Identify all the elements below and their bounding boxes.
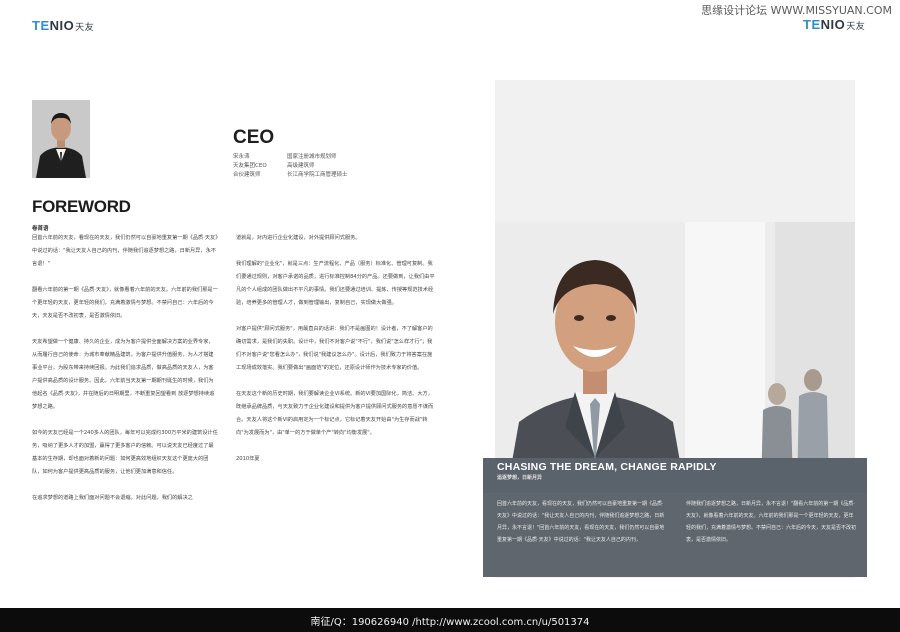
ceo-heading: CEO <box>233 127 275 148</box>
logo-accent: TE <box>32 18 50 33</box>
logo-cn: 天友 <box>846 21 866 31</box>
foreword-heading: FOREWORD <box>32 197 131 216</box>
paragraph: 在天友这个新的历史时期，我们要解读企业VI系统。新的VI要加国际化，简洁、大方，… <box>236 391 434 436</box>
feature-column-1: 回首六年前的天友，看现在的天友，我们仍然可以自豪地重复第一期《品质·天友》中说过… <box>497 501 665 543</box>
ceo-credential: 国家注册城市规划师 <box>287 154 337 160</box>
footer-credit: 南征/Q：190626940 /http://www.zcool.com.cn/… <box>310 617 590 628</box>
tenio-logo-left: TENIO天友 <box>32 18 94 33</box>
paragraph: 翻看六年前的第一期《品质·天友》，就像看着六年前的天友。六年前的我们那是一个更年… <box>32 287 218 319</box>
feature-title: CHASING THE DREAM, CHANGE RAPIDLY <box>497 461 717 473</box>
paragraph: 对客户提供"顾问式服务"，用最直白的话讲：我们不是画图的！设计者，不了解客户的确… <box>236 326 433 371</box>
logo-accent: TE <box>803 17 821 32</box>
ceo-name: 宋永涛 <box>233 154 250 160</box>
logo-rest: NIO <box>49 18 75 33</box>
watermark-text: 思缘设计论坛 WWW.MISSYUAN.COM <box>701 4 892 17</box>
ceo-credential: 高级建筑师 <box>287 163 315 169</box>
logo-cn: 天友 <box>75 22 95 32</box>
feature-column-2: 伴随我们追逐梦想之路，日新月异，永不言退！"翻看六年前的第一期《品质·天友》，就… <box>686 501 857 543</box>
feature-subtitle: 追逐梦想，日新月异 <box>497 475 543 481</box>
foreword-column-1: 回首六年前的天友，看现在的天友，我们仍然可以自豪地重复第一期《品质·天友》中说过… <box>32 232 218 518</box>
paragraph: 天友希望做一个健康、持久的企业，成为为客户提供全面解决方案的业界专家，从而履行自… <box>32 339 215 410</box>
foreword-subtitle: 卷首语 <box>32 226 49 232</box>
paragraph: 如今的天友已经是一个240多人的团队，每年可以完成约300万平米的建筑设计任务，… <box>32 430 218 475</box>
logo-rest: NIO <box>820 17 846 32</box>
ceo-position: 天友集团CEO <box>233 163 267 169</box>
paragraph: 我们理解的"企业化"，就是三点：生产流程化、产品（服务）标准化、管理可复制。我们… <box>236 261 435 306</box>
signature-date: 2010年夏 <box>236 456 260 462</box>
ceo-portrait <box>32 100 90 178</box>
ceo-credential: 长江商学院工商管理硕士 <box>287 172 348 178</box>
tenio-logo-right: TENIO天友 <box>803 17 865 32</box>
ceo-info-left: 宋永涛 天友集团CEO 合伙建筑师 <box>233 153 267 180</box>
paragraph: 在追求梦想的道路上我们面对问题不会退缩。对此问题，我们的解决之 <box>32 495 193 501</box>
ceo-info-right: 国家注册城市规划师 高级建筑师 长江商学院工商管理硕士 <box>287 153 348 180</box>
businessman-photo <box>495 222 855 490</box>
foreword-column-2: 道就是，对内进行企业化建设，对外提供顾问式服务。 我们理解的"企业化"，就是三点… <box>236 232 436 479</box>
paragraph: 道就是，对内进行企业化建设，对外提供顾问式服务。 <box>236 235 361 241</box>
ceo-role: 合伙建筑师 <box>233 172 261 178</box>
paragraph: 回首六年前的天友，看现在的天友，我们仍然可以自豪地重复第一期《品质·天友》中说过… <box>32 235 218 267</box>
